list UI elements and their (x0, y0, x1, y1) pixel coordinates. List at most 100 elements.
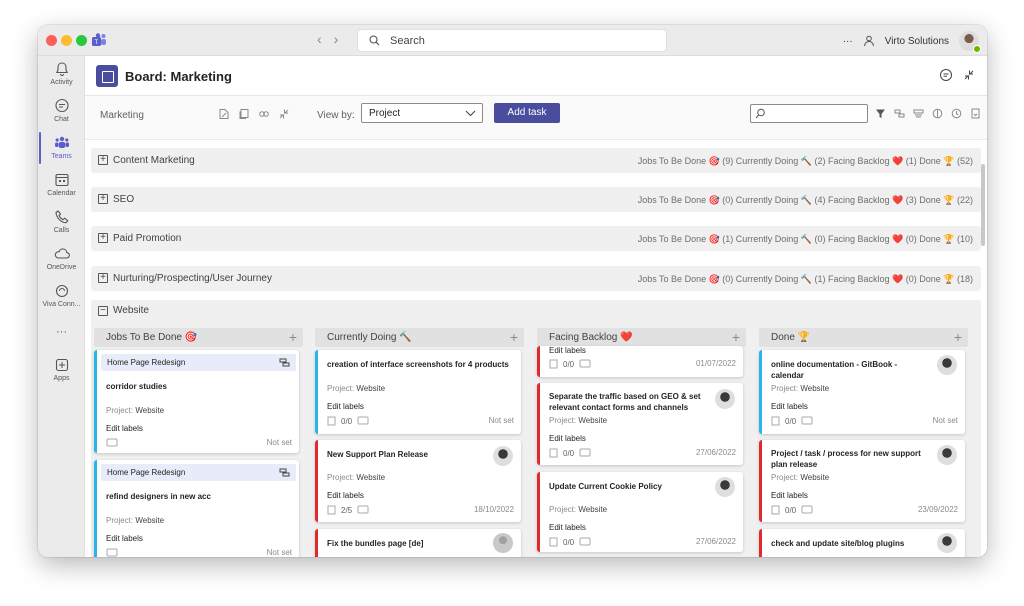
assignee-avatar[interactable] (493, 446, 513, 466)
vertical-scrollbar[interactable] (981, 164, 985, 246)
titlebar-right: ··· Virto Solutions (843, 30, 981, 53)
collapse-icon[interactable] (962, 68, 976, 82)
add-card-plus-icon[interactable]: + (732, 329, 740, 345)
edit-labels-link[interactable]: Edit labels (549, 346, 586, 355)
breadcrumb[interactable]: Marketing (100, 110, 144, 121)
account-name[interactable]: Virto Solutions (885, 36, 949, 47)
task-card[interactable]: Project / task / process for new support… (759, 440, 965, 522)
group-stats: Jobs To Be Done 🎯 (9) Currently Doing 🔨 … (637, 156, 973, 166)
assignee-avatar[interactable] (715, 477, 735, 497)
add-card-plus-icon[interactable]: + (954, 329, 962, 345)
rail-item-chat[interactable]: Chat (38, 98, 85, 123)
comment-icon[interactable] (579, 359, 591, 369)
rail-item-activity[interactable]: Activity (38, 61, 85, 86)
task-card[interactable]: check and update site/blog plugins (759, 529, 965, 557)
edit-labels-link[interactable]: Edit labels (327, 491, 364, 500)
edit-labels-link[interactable]: Edit labels (106, 534, 143, 543)
comment-icon[interactable] (357, 505, 369, 515)
org-icon[interactable] (863, 35, 875, 47)
task-card[interactable]: Edit labels 0/0 01/07/2022 (537, 346, 743, 377)
conversation-icon[interactable] (939, 68, 953, 82)
group-row-paid-promotion[interactable]: + Paid Promotion Jobs To Be Done 🎯 (1) C… (91, 226, 981, 251)
assignee-avatar[interactable] (715, 389, 735, 409)
view-by-select[interactable]: Project (361, 103, 483, 123)
group-row-nurturing[interactable]: + Nurturing/Prospecting/User Journey Job… (91, 266, 981, 291)
rail-item-onedrive[interactable]: OneDrive (38, 246, 85, 271)
assignee-avatar[interactable] (937, 445, 957, 465)
group-row-seo[interactable]: + SEO Jobs To Be Done 🎯 (0) Currently Do… (91, 187, 981, 212)
task-card[interactable]: Home Page Redesign corridor studies Proj… (94, 350, 299, 453)
link-icon[interactable] (258, 108, 270, 120)
expand-plus-icon[interactable]: + (98, 155, 108, 165)
minimize-window-button[interactable] (61, 35, 72, 46)
task-card[interactable]: online documentation - GitBook - calenda… (759, 350, 965, 434)
card-project: Project: Website (106, 516, 165, 525)
comment-icon[interactable] (801, 416, 813, 426)
group-name: Paid Promotion (113, 233, 182, 244)
edit-labels-link[interactable]: Edit labels (771, 491, 808, 500)
rail-item-calendar[interactable]: Calendar (38, 172, 85, 197)
task-card[interactable]: creation of interface screenshots for 4 … (315, 350, 521, 434)
card-project: Project: Website (327, 473, 386, 482)
comment-icon[interactable] (106, 548, 118, 557)
filter-icon[interactable] (875, 108, 886, 119)
zoom-window-button[interactable] (76, 35, 87, 46)
task-card[interactable]: Fix the bundles page [de] (315, 529, 521, 557)
task-card[interactable]: Update Current Cookie Policy Project: We… (537, 472, 743, 552)
search-box[interactable]: Search (357, 29, 667, 52)
checklist-icon (771, 416, 780, 426)
edit-labels-link[interactable]: Edit labels (327, 402, 364, 411)
edit-labels-link[interactable]: Edit labels (549, 434, 586, 443)
teams-logo-icon: T (92, 33, 106, 46)
expand-plus-icon[interactable]: + (98, 233, 108, 243)
edit-labels-link[interactable]: Edit labels (549, 523, 586, 532)
close-window-button[interactable] (46, 35, 57, 46)
task-card[interactable]: Home Page Redesign refind designers in n… (94, 460, 299, 557)
subtask-icon[interactable] (279, 468, 290, 477)
edit-labels-link[interactable]: Edit labels (771, 402, 808, 411)
assignee-avatar[interactable] (937, 533, 957, 553)
assignee-avatar[interactable] (937, 355, 957, 375)
unassigned-avatar[interactable] (493, 533, 513, 553)
card-project: Project: Website (549, 416, 608, 425)
palette-icon[interactable] (932, 108, 943, 119)
comment-icon[interactable] (357, 416, 369, 426)
rail-item-calls[interactable]: Calls (38, 209, 85, 234)
rail-item-teams[interactable]: Teams (38, 132, 85, 164)
comment-icon[interactable] (579, 537, 591, 547)
filter-search-input[interactable] (750, 104, 868, 123)
card-project: Project: Website (327, 384, 386, 393)
task-card[interactable]: New Support Plan Release Project: Websit… (315, 440, 521, 522)
rail-item-more[interactable]: ··· (38, 326, 85, 338)
comment-icon[interactable] (106, 438, 118, 448)
card-meta (106, 438, 118, 448)
comment-icon[interactable] (579, 448, 591, 458)
rail-item-apps[interactable]: Apps (38, 357, 85, 382)
forward-arrow-icon[interactable]: › (334, 31, 351, 47)
more-options-button[interactable]: ··· (843, 36, 853, 47)
edit-labels-link[interactable]: Edit labels (106, 424, 143, 433)
group-name: Website (113, 305, 149, 316)
group-stats: Jobs To Be Done 🎯 (0) Currently Doing 🔨 … (637, 274, 973, 284)
expand-icon[interactable] (278, 108, 290, 120)
export-icon[interactable] (970, 108, 981, 119)
user-avatar[interactable] (959, 31, 981, 53)
layout-icon[interactable] (913, 108, 924, 119)
add-card-plus-icon[interactable]: + (289, 329, 297, 345)
comment-icon[interactable] (801, 505, 813, 515)
back-arrow-icon[interactable]: ‹ (317, 31, 334, 47)
rail-item-viva[interactable]: Viva Conn... (38, 283, 85, 308)
expand-plus-icon[interactable]: + (98, 194, 108, 204)
edit-icon[interactable] (218, 108, 230, 120)
history-icon[interactable] (951, 108, 962, 119)
add-task-button[interactable]: Add task (494, 103, 560, 123)
group-row-content-marketing[interactable]: + Content Marketing Jobs To Be Done 🎯 (9… (91, 148, 981, 173)
collapse-minus-icon[interactable]: − (98, 306, 108, 316)
group-icon[interactable] (894, 108, 905, 119)
svg-text:T: T (95, 40, 99, 46)
copy-icon[interactable] (238, 108, 250, 120)
subtask-icon[interactable] (279, 358, 290, 367)
expand-plus-icon[interactable]: + (98, 273, 108, 283)
task-card[interactable]: Separate the traffic based on GEO & set … (537, 383, 743, 465)
add-card-plus-icon[interactable]: + (510, 329, 518, 345)
